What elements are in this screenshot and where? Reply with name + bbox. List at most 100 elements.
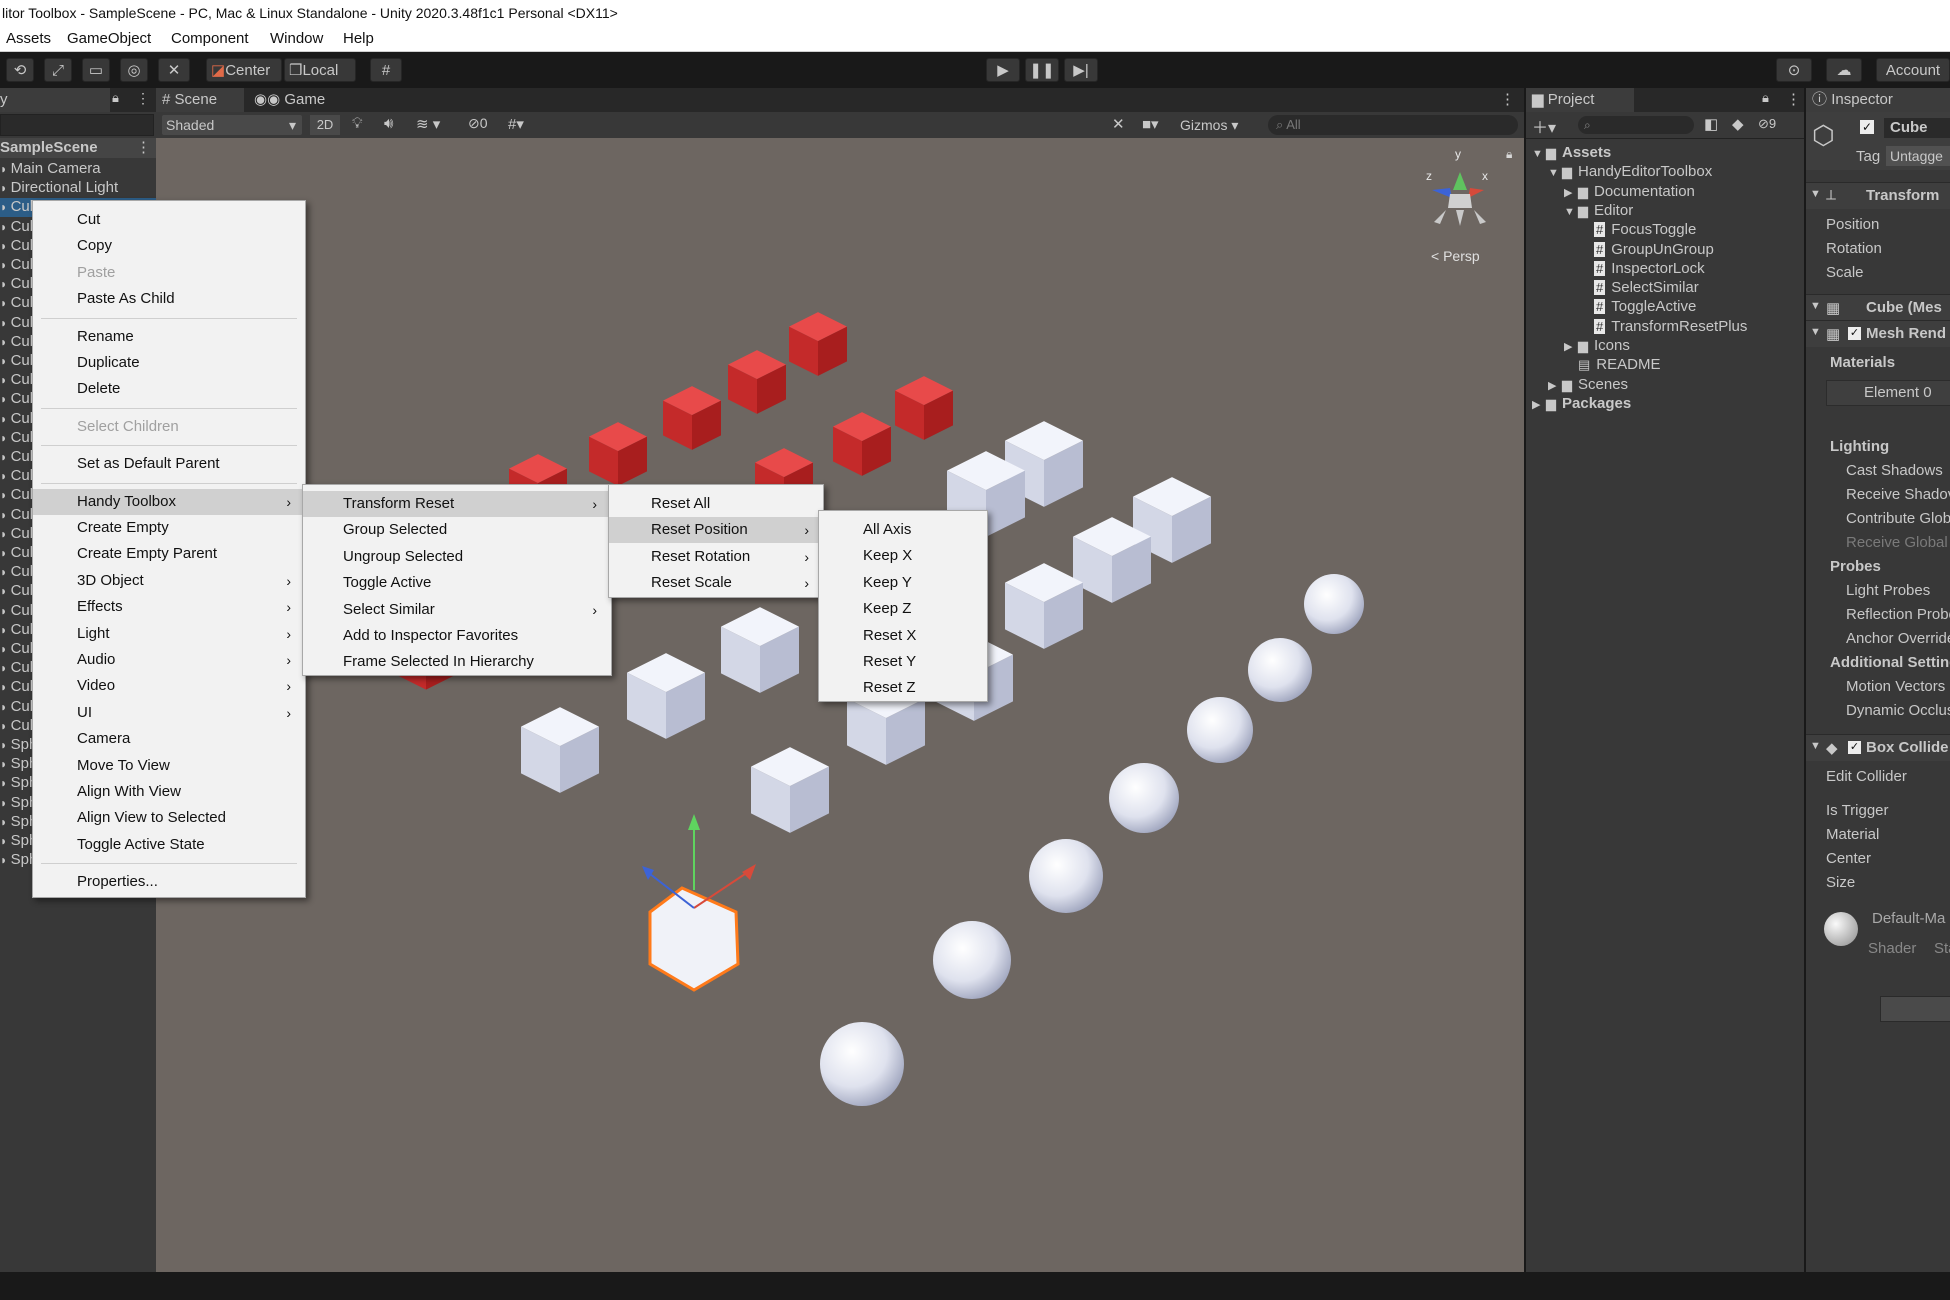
lighting-toggle-icon[interactable]: 💡︎	[352, 115, 363, 132]
menu-item[interactable]: Delete	[33, 376, 305, 402]
expand-arrow-icon[interactable]: ▼	[1810, 740, 1821, 752]
menu-item[interactable]: Copy	[33, 233, 305, 259]
rect-tool-icon[interactable]: ▭	[82, 58, 110, 82]
menu-item[interactable]: Toggle Active	[303, 570, 611, 596]
menu-item[interactable]: Select Similar ›	[303, 597, 611, 623]
active-checkbox[interactable]: ✓	[1860, 120, 1874, 134]
hierarchy-search-input[interactable]	[0, 114, 154, 136]
transform-tool-icon[interactable]: ◎	[120, 58, 148, 82]
hierarchy-tab[interactable]: y	[0, 88, 110, 112]
menu-item[interactable]: Rename	[33, 324, 305, 350]
tools-icon[interactable]: ✕	[1112, 115, 1125, 133]
tag-dropdown[interactable]: Untagge	[1886, 146, 1950, 166]
menu-item[interactable]: 3D Object ›	[33, 568, 305, 594]
expand-arrow-icon[interactable]: ▼	[1810, 326, 1821, 338]
effects-toggle-icon[interactable]: ≋ ▾	[416, 115, 440, 133]
menu-item[interactable]: Toggle Active State	[33, 832, 305, 858]
menu-help[interactable]: Help	[343, 26, 374, 51]
collapse-arrow-icon[interactable]: ▶	[1532, 398, 1546, 411]
hierarchy-item[interactable]: ◗ Main Camera	[0, 160, 156, 179]
collapse-arrow-icon[interactable]: ▶	[1548, 379, 1562, 392]
hidden-objects-toggle[interactable]: ⊘0	[468, 115, 488, 132]
project-tree-item[interactable]: # SelectSimilar	[1580, 279, 1699, 296]
menu-item[interactable]: Reset Rotation ›	[609, 544, 823, 570]
menu-item[interactable]: Align View to Selected	[33, 805, 305, 831]
collapse-arrow-icon[interactable]: ▶	[1564, 186, 1578, 199]
project-tree-item[interactable]: ▼ ▆ Assets	[1532, 144, 1611, 161]
expand-arrow-icon[interactable]: ▼	[1532, 148, 1546, 160]
tab-project[interactable]: ▆ Project	[1526, 88, 1634, 112]
project-tree-item[interactable]: # GroupUnGroup	[1580, 241, 1714, 258]
menu-item[interactable]: Create Empty	[33, 515, 305, 541]
project-tree-item[interactable]: ▤ README	[1564, 356, 1660, 373]
expand-arrow-icon[interactable]: ▼	[1548, 167, 1562, 179]
menu-item[interactable]: Audio ›	[33, 647, 305, 673]
menu-item[interactable]: Align With View	[33, 779, 305, 805]
menu-item[interactable]: Handy Toolbox ›	[33, 488, 305, 515]
rotate-tool-icon[interactable]: ⟲	[6, 58, 34, 82]
pivot-local-button[interactable]: ❒Local	[284, 58, 356, 82]
scene-more-menu-icon[interactable]: ⋮	[1500, 90, 1515, 108]
menu-item[interactable]: Video ›	[33, 673, 305, 699]
hierarchy-item[interactable]: ◗ Directional Light	[0, 179, 156, 198]
mesh-renderer-header[interactable]: ▼ ▦ ✓ Mesh Rend	[1806, 320, 1950, 347]
menu-window[interactable]: Window	[270, 26, 323, 51]
menu-item[interactable]: Reset Position ›	[609, 517, 823, 544]
collapse-arrow-icon[interactable]: ▶	[1564, 340, 1578, 353]
transform-component-header[interactable]: ▼ ⟂ Transform	[1806, 182, 1950, 209]
more-icon[interactable]: ⋮	[136, 90, 150, 107]
menu-gameobject[interactable]: GameObject	[67, 26, 151, 51]
project-tree-item[interactable]: ▼ ▆ Editor	[1564, 202, 1633, 219]
grid-toggle-icon[interactable]: #▾	[508, 115, 524, 133]
tab-game[interactable]: ◉◉ Game	[248, 88, 328, 112]
lock-icon[interactable]: 🔒︎	[1762, 90, 1769, 106]
menu-item[interactable]: Light ›	[33, 621, 305, 647]
menu-item[interactable]: Camera	[33, 726, 305, 752]
menu-item[interactable]: Keep Y	[819, 570, 987, 596]
project-tree-item[interactable]: ▶ ▆ Icons	[1564, 337, 1630, 354]
scale-tool-icon[interactable]: ⤢	[44, 58, 72, 82]
expand-arrow-icon[interactable]: ▼	[1810, 188, 1821, 200]
menu-item[interactable]: Cut	[33, 207, 305, 233]
hidden-packages-toggle[interactable]: ⊘9	[1758, 116, 1776, 132]
create-dropdown-icon[interactable]: ＋▾	[1532, 114, 1556, 138]
menu-item[interactable]: Group Selected	[303, 517, 611, 543]
scene-more-icon[interactable]: ⋮	[136, 138, 151, 156]
project-tree-item[interactable]: # InspectorLock	[1580, 260, 1705, 277]
menu-assets[interactable]: Assets	[6, 26, 51, 51]
draw-mode-dropdown[interactable]: Shaded ▾	[162, 115, 302, 135]
menu-item[interactable]: All Axis	[819, 517, 987, 543]
enabled-checkbox[interactable]: ✓	[1848, 741, 1861, 754]
custom-tool-icon[interactable]: ✕	[158, 58, 190, 82]
scene-search-input[interactable]: ⌕ All	[1268, 115, 1518, 135]
filter-label-icon[interactable]: ◆	[1732, 115, 1744, 133]
scene-viewport[interactable]: y z x 🔒︎ < Persp	[156, 138, 1524, 1272]
cloud-icon[interactable]: ☁	[1826, 58, 1862, 82]
menu-item[interactable]: Reset All	[609, 491, 823, 517]
menu-item[interactable]: Keep Z	[819, 596, 987, 622]
account-button[interactable]: Account	[1876, 58, 1950, 82]
menu-item[interactable]: Keep X	[819, 543, 987, 569]
tab-scene[interactable]: # Scene	[156, 88, 244, 112]
tab-inspector[interactable]: ⓘ Inspector	[1806, 88, 1950, 112]
project-tree-item[interactable]: ▶ ▆ Packages	[1532, 395, 1631, 412]
menu-item[interactable]: Reset X	[819, 623, 987, 649]
play-button[interactable]: ▶	[986, 58, 1020, 82]
menu-item[interactable]: Reset Z	[819, 675, 987, 701]
menu-item[interactable]: Add to Inspector Favorites	[303, 623, 611, 649]
add-component-button[interactable]	[1880, 996, 1950, 1022]
menu-item[interactable]: Set as Default Parent	[33, 451, 305, 477]
toggle-2d-button[interactable]: 2D	[310, 115, 340, 135]
box-collider-header[interactable]: ▼ ◆ ✓ Box Collide	[1806, 734, 1950, 761]
step-button[interactable]: ▶|	[1064, 58, 1098, 82]
menu-item[interactable]: Create Empty Parent	[33, 541, 305, 567]
project-tree-item[interactable]: # ToggleActive	[1580, 298, 1696, 315]
more-icon[interactable]: ⋮	[1786, 90, 1801, 108]
audio-toggle-icon[interactable]: 🔊︎	[384, 115, 393, 132]
menu-item[interactable]: Effects ›	[33, 594, 305, 620]
mesh-filter-header[interactable]: ▼ ▦ Cube (Mes	[1806, 294, 1950, 321]
project-tree-item[interactable]: # FocusToggle	[1580, 221, 1696, 238]
gizmos-button[interactable]: Gizmos ▾	[1180, 115, 1238, 135]
filter-type-icon[interactable]: ◧	[1704, 115, 1718, 133]
menu-item[interactable]: Transform Reset ›	[303, 491, 611, 517]
